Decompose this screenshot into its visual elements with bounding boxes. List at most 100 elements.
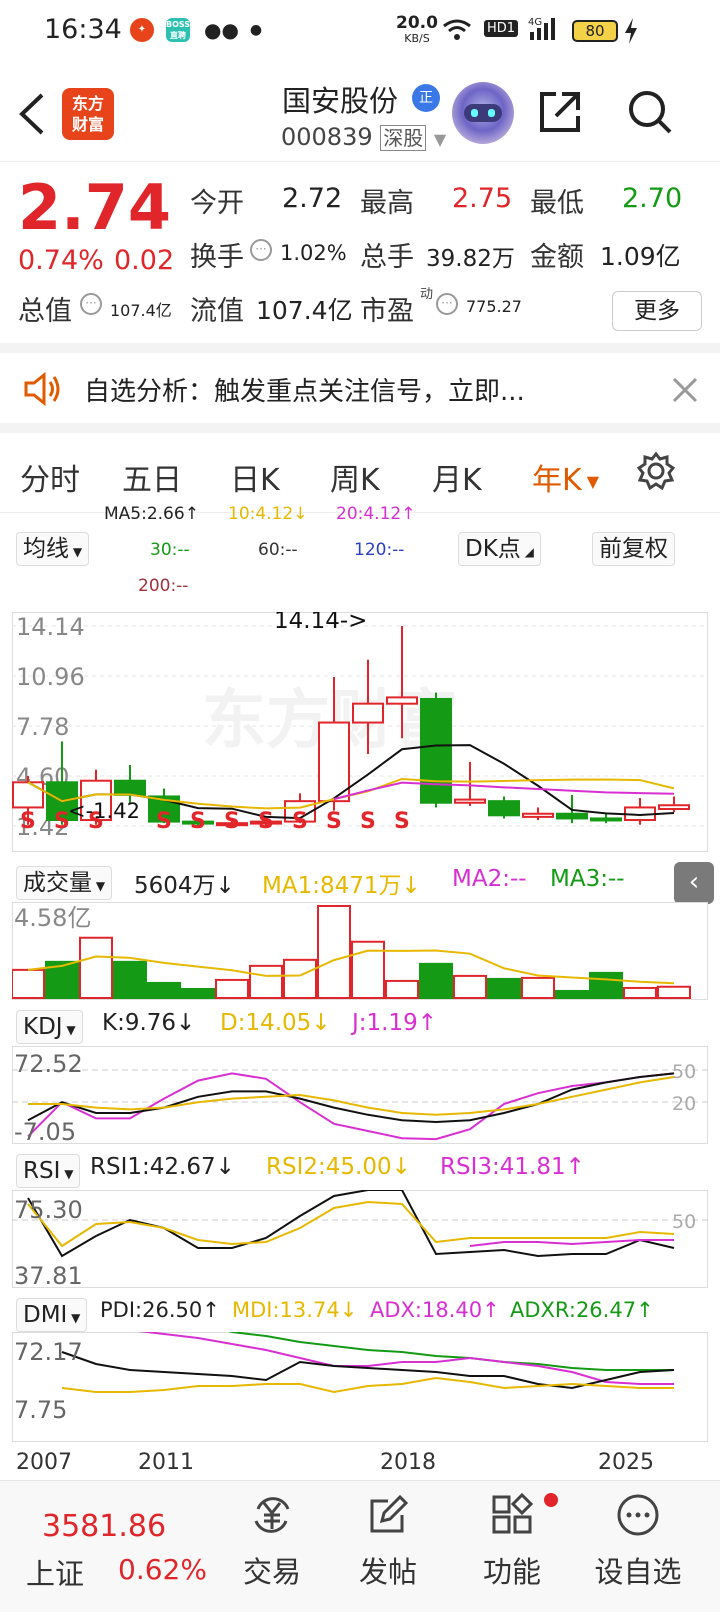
candle (386, 696, 418, 705)
dmi-adxr: ADXR:26.47↑ (510, 1298, 654, 1322)
ma200-label: 200:-- (138, 576, 189, 596)
candle (454, 798, 486, 804)
volume-bar (283, 958, 317, 999)
settings-gear-icon[interactable] (636, 451, 676, 491)
close-icon[interactable] (672, 377, 698, 403)
notice-bar[interactable]: 自选分析：触发重点关注信号，立即... (0, 353, 720, 433)
volume-bar (419, 962, 453, 999)
app-logo[interactable]: 东方 财富 (62, 88, 114, 140)
function-label: 功能 (482, 1555, 541, 1589)
volume-select[interactable]: 成交量 ▼ (16, 866, 113, 900)
charging-icon (625, 18, 637, 44)
dmi-chart[interactable]: 72.17 7.75 (12, 1332, 708, 1442)
y-axis-label: 7.78 (16, 713, 69, 741)
trade-button[interactable]: 交易 (212, 1481, 332, 1613)
info-icon[interactable]: ··· (80, 293, 102, 315)
period-tabs: 分时 五日 日K 周K 月K 年K ▼ (0, 433, 720, 513)
add-watchlist-label: 设自选 (594, 1555, 682, 1589)
stock-name[interactable]: 国安股份 (282, 78, 398, 120)
kdj-chart[interactable]: 50 20 72.52 -7.05 (12, 1046, 708, 1144)
turnover-value: 1.02% (280, 241, 347, 265)
function-button[interactable]: 功能 (452, 1481, 572, 1613)
notice-text[interactable]: 自选分析：触发重点关注信号，立即... (84, 371, 525, 408)
s-marker: S (292, 809, 308, 834)
ma60-label: 60:-- (258, 540, 298, 560)
ma-type-select[interactable]: 均线 ▼ (16, 532, 90, 566)
add-watchlist-button[interactable]: 设自选 (578, 1481, 698, 1613)
info-icon[interactable]: ··· (436, 293, 458, 315)
more-button[interactable]: 更多 (612, 291, 702, 331)
quote-panel: 2.74 0.74% 0.02 今开 2.72 最高 2.75 最低 2.70 … (0, 163, 720, 353)
ma5-label: MA5:2.66↑ (104, 504, 199, 524)
volume-bar (12, 968, 45, 1000)
signal-icon: 4G (528, 17, 555, 40)
wifi-icon (443, 19, 471, 40)
high-value: 2.75 (452, 183, 513, 214)
kdj-k: K:9.76↓ (102, 1010, 196, 1036)
volume-bar (487, 977, 521, 999)
turnover-label: 换手 (190, 242, 244, 273)
float-value: 107.4亿 (256, 296, 353, 325)
volume-ma2: MA2:-- (452, 866, 527, 892)
high-label: 最高 (360, 188, 414, 219)
y-axis-label: -7.05 (14, 1118, 76, 1144)
tab-monthly-k[interactable]: 月K (432, 455, 482, 499)
max-label: 14.14-> (274, 612, 367, 634)
back-arrow-icon[interactable] (16, 92, 46, 136)
s-marker: S (156, 809, 172, 834)
change-amount: 0.02 (114, 245, 175, 276)
volume-bar (555, 989, 589, 999)
kdj-select[interactable]: KDJ ▼ (16, 1010, 83, 1044)
change-percent: 0.74% (18, 245, 104, 276)
s-marker: S (20, 809, 36, 834)
wechat-icon: ●● (204, 18, 239, 42)
tab-weekly-k[interactable]: 周K (330, 455, 380, 499)
volume-bar (249, 964, 283, 999)
volume-chart[interactable]: 4.58亿 (12, 902, 708, 1000)
low-label: 最低 (530, 188, 584, 219)
svg-text:4G: 4G (528, 17, 542, 28)
search-icon[interactable] (626, 88, 674, 136)
info-icon[interactable]: ··· (250, 239, 272, 261)
volume-bar (589, 971, 623, 1000)
index-name: 上证 (26, 1557, 85, 1591)
post-button[interactable]: 发帖 (328, 1481, 448, 1613)
rsi-select[interactable]: RSI ▼ (16, 1154, 81, 1188)
share-icon[interactable] (536, 88, 584, 136)
candle (114, 779, 146, 796)
kline-chart[interactable]: 14.1410.967.784.601.42东方财富S S S S S S S S S S S14.… (12, 612, 708, 852)
tab-minute[interactable]: 分时 (20, 455, 80, 499)
tab-daily-k[interactable]: 日K (230, 455, 280, 499)
volume-bar (623, 986, 657, 999)
candle (488, 800, 520, 817)
stock-code[interactable]: 000839 深股 ▼ (281, 122, 446, 151)
dmi-select[interactable]: DMI ▼ (16, 1298, 88, 1332)
x-label: 2018 (380, 1450, 436, 1475)
assistant-avatar[interactable] (452, 82, 514, 144)
rsi-chart[interactable]: 50 75.30 37.81 (12, 1190, 708, 1288)
low-value: 2.70 (622, 183, 683, 214)
tab-five-day[interactable]: 五日 (122, 455, 182, 499)
edit-icon (370, 1494, 409, 1533)
volume-bar (215, 978, 249, 999)
pe-label: 市盈 (360, 296, 414, 327)
float-label: 流值 (190, 296, 244, 327)
grid-icon (492, 1493, 534, 1534)
tab-yearly-k[interactable]: 年K ▼ (532, 455, 599, 499)
reference-label: 20 (672, 1093, 696, 1115)
candle (318, 721, 350, 803)
y-axis-label: 72.17 (14, 1338, 83, 1366)
collapse-arrow-icon[interactable]: ‹ (674, 862, 714, 904)
x-label: 2011 (138, 1450, 194, 1475)
adjust-select[interactable]: 前复权 (592, 532, 675, 566)
speaker-icon (24, 371, 60, 407)
candle (420, 697, 452, 804)
header: 东方 财富 国安股份 正 000839 深股 ▼ (0, 66, 720, 162)
bottom-bar: 3581.86 上证 0.62% 交易 发帖 功能 设自选 (0, 1480, 720, 1612)
company-badge: 正 (412, 84, 440, 112)
current-price: 2.74 (18, 171, 171, 244)
hd-icon: HD1 (484, 20, 519, 37)
dk-point-select[interactable]: DK点 ◢ (458, 532, 541, 566)
x-label: 2025 (598, 1450, 654, 1475)
volume-value: 39.82万 (426, 246, 515, 272)
